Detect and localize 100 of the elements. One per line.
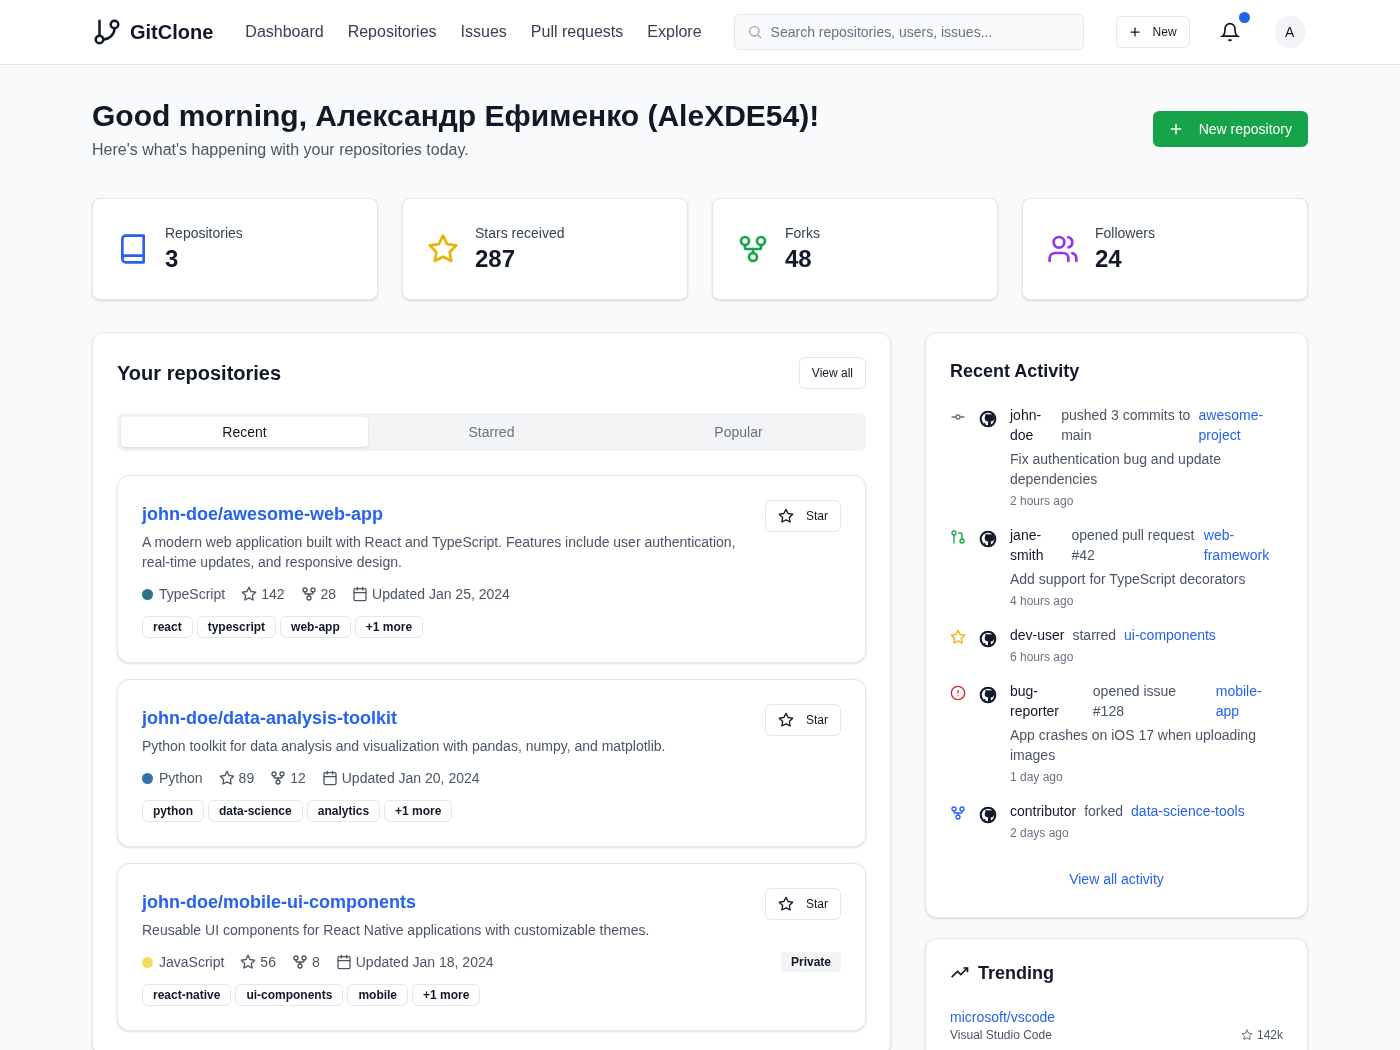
topic-tag[interactable]: web-app: [280, 616, 351, 638]
topic-tag[interactable]: ui-components: [235, 984, 344, 1006]
star-count: 142: [261, 585, 285, 604]
fork-count: 28: [320, 585, 337, 604]
activity-action: opened pull request #42: [1071, 526, 1196, 565]
topic-tag[interactable]: typescript: [196, 616, 277, 638]
user-link[interactable]: contributor: [1010, 801, 1077, 821]
repository-link[interactable]: awesome-project: [1198, 405, 1283, 445]
star-button[interactable]: Star: [765, 500, 841, 532]
section-title: Trending: [978, 962, 1054, 985]
calendar-icon: [321, 770, 338, 786]
search-input[interactable]: Search repositories, users, issues...: [770, 22, 1071, 42]
topic-tag[interactable]: react: [142, 616, 193, 638]
stat-value: 3: [165, 244, 180, 274]
greeting-subtitle: Here's what's happening with your repositories today.: [92, 140, 470, 160]
greeting-title: Good morning, Александр Ефименко (AleXDE54)!: [92, 98, 820, 134]
user-avatar: [978, 409, 998, 429]
activity-time: 2 days ago: [1010, 825, 1070, 841]
star-icon: [778, 896, 794, 912]
user-avatar[interactable]: A: [1273, 16, 1306, 48]
repository-link[interactable]: john-doe/mobile-ui-components: [142, 888, 741, 916]
topic-tag[interactable]: data-science: [208, 800, 303, 822]
repository-description: Reusable UI components for React Native applications with customizable themes.: [142, 921, 651, 940]
nav-link[interactable]: Dashboard: [245, 20, 324, 44]
repository-link[interactable]: mobile-app: [1215, 681, 1283, 721]
repository-link[interactable]: ui-components: [1124, 625, 1216, 645]
stat-value: 24: [1095, 244, 1123, 274]
activity-action: starred: [1072, 626, 1117, 645]
calendar-icon: [352, 586, 369, 602]
fork-icon: [950, 805, 966, 821]
star-icon: [218, 770, 235, 786]
user-avatar: [978, 529, 998, 549]
user-link[interactable]: jane-smith: [1010, 525, 1064, 565]
plus-icon: [1168, 122, 1183, 136]
repository-link[interactable]: john-doe/data-analysis-toolkit: [142, 704, 741, 732]
user-link[interactable]: dev-user: [1010, 625, 1065, 645]
stat-value: 287: [475, 244, 517, 274]
section-title: Recent Activity: [950, 360, 1081, 383]
star-button[interactable]: Star: [765, 888, 841, 920]
nav-link[interactable]: Explore: [647, 20, 702, 44]
language-label: TypeScript: [159, 585, 226, 604]
repository-description: A modern web application built with React and TypeScript. Features include user authentication, real-time updates, and responsive design.: [142, 533, 737, 572]
topic-tag[interactable]: analytics: [306, 800, 381, 822]
repository-link[interactable]: john-doe/awesome-web-app: [142, 500, 741, 528]
calendar-icon: [335, 954, 352, 970]
user-avatar: [978, 685, 998, 705]
star-icon: [778, 712, 794, 728]
user-avatar: [978, 805, 998, 825]
topic-tag[interactable]: +1 more: [412, 984, 481, 1006]
view-all-activity-link[interactable]: View all activity: [1069, 869, 1164, 889]
repository-link[interactable]: web-framework: [1203, 525, 1283, 565]
search-field[interactable]: Search repositories, users, issues...: [733, 14, 1084, 50]
pull-request-icon: [950, 529, 966, 545]
star-count: 89: [238, 769, 255, 788]
activity-detail: Add support for TypeScript decorators: [1010, 570, 1247, 589]
repository-link[interactable]: microsoft/vscode: [950, 1007, 1056, 1027]
user-link[interactable]: john-doe: [1010, 405, 1054, 445]
plus-icon: [1128, 26, 1141, 38]
updated-date: Updated Jan 25, 2024: [372, 585, 510, 604]
user-avatar: [978, 629, 998, 649]
star-icon: [240, 954, 257, 970]
activity-time: 2 hours ago: [1010, 493, 1075, 509]
view-all-button[interactable]: View all: [798, 357, 866, 389]
nav-link[interactable]: Pull requests: [530, 20, 624, 44]
user-link[interactable]: bug-reporter: [1010, 681, 1085, 721]
language-label: Python: [159, 769, 203, 788]
activity-action: forked: [1084, 802, 1124, 821]
star-icon: [241, 586, 258, 602]
topic-tag[interactable]: +1 more: [354, 616, 424, 638]
notifications-button[interactable]: [1217, 20, 1242, 44]
section-title: Your repositories: [117, 361, 282, 386]
new-button[interactable]: New: [1115, 16, 1190, 48]
branch-icon: [92, 17, 122, 47]
search-icon: [746, 24, 763, 40]
updated-date: Updated Jan 18, 2024: [355, 953, 494, 972]
star-button[interactable]: Star: [765, 704, 841, 736]
stat-label: Repositories: [165, 224, 243, 243]
topic-tag[interactable]: mobile: [347, 984, 409, 1006]
tab[interactable]: Starred: [368, 417, 615, 447]
topic-tag[interactable]: python: [142, 800, 204, 822]
fork-icon: [270, 770, 287, 786]
nav-link[interactable]: Issues: [460, 20, 507, 44]
repository-description: Visual Studio Code: [950, 1027, 1053, 1043]
activity-action: pushed 3 commits to main: [1061, 406, 1191, 445]
fork-icon: [300, 586, 317, 602]
tab[interactable]: Recent: [121, 417, 368, 447]
issue-icon: [950, 685, 966, 701]
repository-description: Python toolkit for data analysis and visualization with pandas, numpy, and matplotlib.: [142, 737, 667, 756]
tab[interactable]: Popular: [615, 417, 862, 447]
activity-time: 6 hours ago: [1010, 649, 1075, 665]
star-count: 142k: [1256, 1027, 1283, 1043]
stat-value: 48: [785, 244, 813, 274]
brand-logo[interactable]: GitClone: [130, 18, 214, 46]
topic-tag[interactable]: +1 more: [384, 800, 453, 822]
star-icon: [778, 508, 794, 524]
repository-link[interactable]: data-science-tools: [1131, 801, 1245, 821]
star-icon: [950, 629, 966, 645]
activity-time: 4 hours ago: [1010, 593, 1075, 609]
nav-link[interactable]: Repositories: [347, 20, 437, 44]
topic-tag[interactable]: react-native: [142, 984, 232, 1006]
